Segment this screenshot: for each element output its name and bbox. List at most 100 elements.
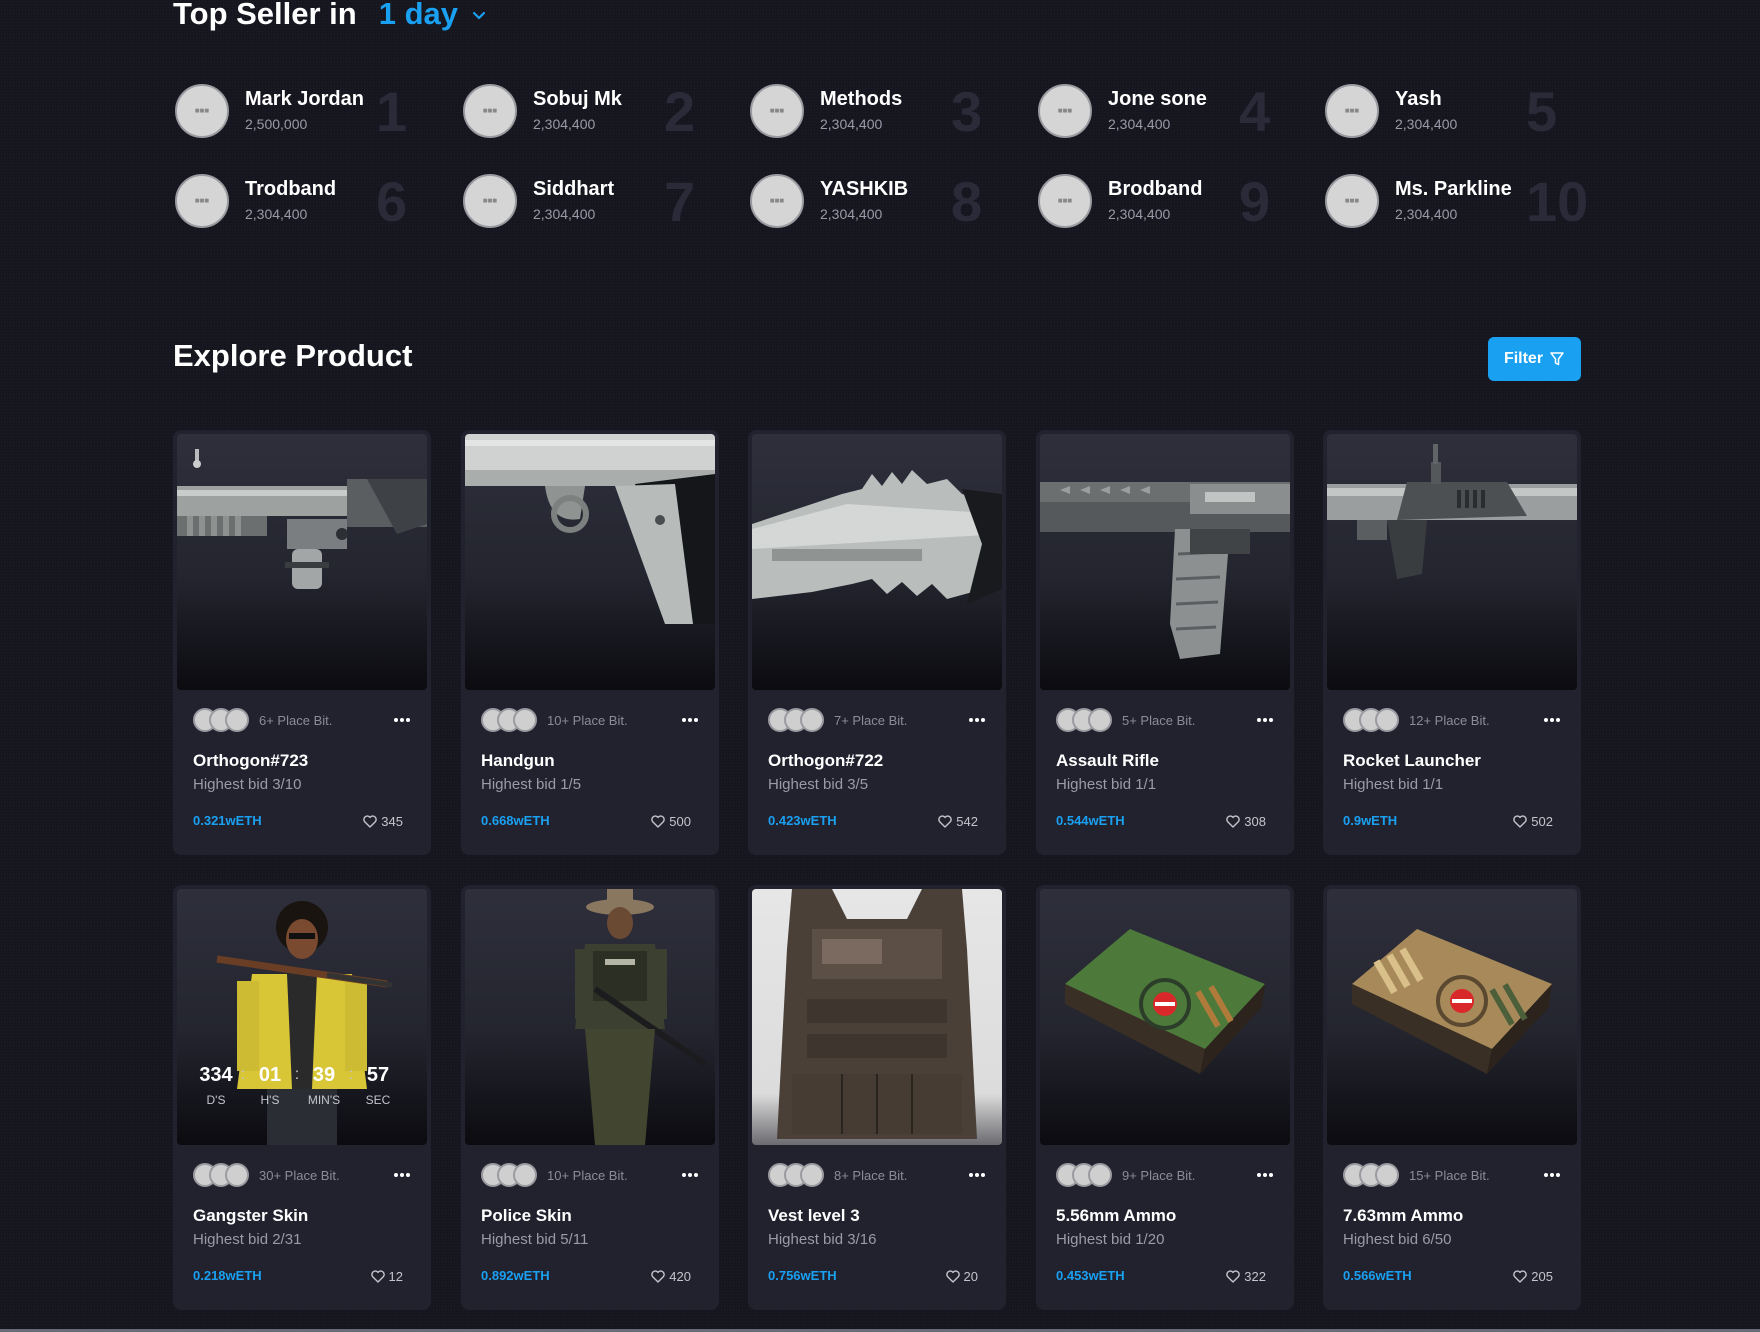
more-options-icon[interactable] xyxy=(393,1172,411,1178)
seller-item[interactable]: 8 ■■■ YASHKIB 2,304,400 xyxy=(748,170,1018,234)
product-title[interactable]: Gangster Skin xyxy=(193,1206,308,1226)
seller-name: Mark Jordan xyxy=(245,88,364,110)
product-card[interactable]: 6+ Place Bit. Orthogon#723 Highest bid 3… xyxy=(173,430,431,855)
product-card[interactable]: 7+ Place Bit. Orthogon#722 Highest bid 3… xyxy=(748,430,1006,855)
bid-place-count: 15+ Place Bit. xyxy=(1409,1167,1490,1183)
product-title[interactable]: Orthogon#723 xyxy=(193,751,308,771)
filter-icon xyxy=(1550,352,1564,366)
product-title[interactable]: Rocket Launcher xyxy=(1343,751,1481,771)
seller-item[interactable]: 1 ■■■ Mark Jordan 2,500,000 xyxy=(173,80,443,144)
seller-item[interactable]: 5 ■■■ Yash 2,304,400 xyxy=(1323,80,1593,144)
seller-amount: 2,304,400 xyxy=(1395,206,1458,222)
product-card[interactable]: 10+ Place Bit. Police Skin Highest bid 5… xyxy=(461,885,719,1310)
bidders: 5+ Place Bit. xyxy=(1056,708,1195,732)
product-image-vest[interactable] xyxy=(752,889,1002,1145)
seller-name: Sobuj Mk xyxy=(533,88,622,110)
seller-item[interactable]: 6 ■■■ Trodband 2,304,400 xyxy=(173,170,443,234)
product-price: 0.218wETH xyxy=(193,1268,262,1283)
product-title[interactable]: 5.56mm Ammo xyxy=(1056,1206,1176,1226)
more-options-icon[interactable] xyxy=(681,717,699,723)
avatar: ■■■ xyxy=(1325,84,1379,138)
product-card[interactable]: 334 D'S : 01 H'S : 39 MIN'S : 57 SEC 30+ Pla… xyxy=(173,885,431,1310)
bidders: 7+ Place Bit. xyxy=(768,708,907,732)
product-card[interactable]: 9+ Place Bit. 5.56mm Ammo Highest bid 1/… xyxy=(1036,885,1294,1310)
product-image-ammo-box-tan[interactable] xyxy=(1327,889,1577,1145)
seller-amount: 2,304,400 xyxy=(820,116,883,132)
bid-place-count: 9+ Place Bit. xyxy=(1122,1167,1196,1183)
product-card[interactable]: 12+ Place Bit. Rocket Launcher Highest b… xyxy=(1323,430,1581,855)
product-image-rocket-launcher[interactable] xyxy=(1327,434,1577,690)
product-title[interactable]: Vest level 3 xyxy=(768,1206,860,1226)
product-card[interactable]: 10+ Place Bit. Handgun Highest bid 1/5 0… xyxy=(461,430,719,855)
seller-rank: 10 xyxy=(1526,170,1589,233)
more-options-icon[interactable] xyxy=(968,1172,986,1178)
seller-item[interactable]: 7 ■■■ Siddhart 2,304,400 xyxy=(461,170,731,234)
filter-button[interactable]: Filter xyxy=(1488,337,1581,381)
seller-item[interactable]: 3 ■■■ Methods 2,304,400 xyxy=(748,80,1018,144)
product-image-police-skin[interactable] xyxy=(465,889,715,1145)
seller-amount: 2,304,400 xyxy=(820,206,883,222)
seller-item[interactable]: 2 ■■■ Sobuj Mk 2,304,400 xyxy=(461,80,731,144)
like-button[interactable]: 322 xyxy=(1226,1269,1266,1284)
more-options-icon[interactable] xyxy=(1543,1172,1561,1178)
seller-item[interactable]: 9 ■■■ Brodband 2,304,400 xyxy=(1036,170,1306,234)
more-options-icon[interactable] xyxy=(968,717,986,723)
product-price: 0.453wETH xyxy=(1056,1268,1125,1283)
seller-name: YASHKIB xyxy=(820,178,909,200)
like-button[interactable]: 20 xyxy=(945,1269,978,1284)
seller-amount: 2,304,400 xyxy=(533,116,596,132)
product-card[interactable]: 15+ Place Bit. 7.63mm Ammo Highest bid 6… xyxy=(1323,885,1581,1310)
product-title[interactable]: Orthogon#722 xyxy=(768,751,883,771)
avatar: ■■■ xyxy=(1038,174,1092,228)
bid-place-count: 30+ Place Bit. xyxy=(259,1167,340,1183)
more-options-icon[interactable] xyxy=(681,1172,699,1178)
more-options-icon[interactable] xyxy=(393,717,411,723)
product-image-gangster-skin[interactable]: 334 D'S : 01 H'S : 39 MIN'S : 57 SEC xyxy=(177,889,427,1145)
highest-bid: Highest bid 2/31 xyxy=(193,1231,302,1248)
like-button[interactable]: 502 xyxy=(1513,814,1553,829)
product-image-assault-rifle[interactable] xyxy=(1040,434,1290,690)
product-card[interactable]: 5+ Place Bit. Assault Rifle Highest bid … xyxy=(1036,430,1294,855)
explore-title: Explore Product xyxy=(173,338,413,373)
filter-label: Filter xyxy=(1503,350,1544,367)
top-seller-title: Top Seller in xyxy=(173,0,357,31)
product-title[interactable]: Police Skin xyxy=(481,1206,572,1226)
bid-place-count: 10+ Place Bit. xyxy=(547,712,628,728)
seller-item[interactable]: 10 ■■■ Ms. Parkline 2,304,400 xyxy=(1323,170,1593,234)
product-image-ammo-box-green[interactable] xyxy=(1040,889,1290,1145)
product-price: 0.892wETH xyxy=(481,1268,550,1283)
like-button[interactable]: 542 xyxy=(938,814,978,829)
highest-bid: Highest bid 1/20 xyxy=(1056,1231,1165,1248)
product-card[interactable]: 8+ Place Bit. Vest level 3 Highest bid 3… xyxy=(748,885,1006,1310)
like-button[interactable]: 345 xyxy=(363,814,403,829)
product-title[interactable]: Handgun xyxy=(481,751,555,771)
product-image-handgun[interactable] xyxy=(465,434,715,690)
like-button[interactable]: 500 xyxy=(651,814,691,829)
countdown-hours: 01 xyxy=(258,1064,282,1086)
seller-item[interactable]: 4 ■■■ Jone sone 2,304,400 xyxy=(1036,80,1306,144)
product-title[interactable]: Assault Rifle xyxy=(1056,751,1159,771)
bidders: 6+ Place Bit. xyxy=(193,708,332,732)
period-dropdown[interactable]: 1 day xyxy=(379,0,458,32)
product-title[interactable]: 7.63mm Ammo xyxy=(1343,1206,1463,1226)
product-image-grenade-launcher[interactable] xyxy=(177,434,427,690)
more-options-icon[interactable] xyxy=(1543,717,1561,723)
seller-rank: 5 xyxy=(1526,80,1558,143)
like-button[interactable]: 308 xyxy=(1226,814,1266,829)
highest-bid: Highest bid 3/10 xyxy=(193,776,302,793)
bidders: 15+ Place Bit. xyxy=(1343,1163,1490,1187)
avatar: ■■■ xyxy=(175,84,229,138)
more-options-icon[interactable] xyxy=(1256,1172,1274,1178)
like-button[interactable]: 205 xyxy=(1513,1269,1553,1284)
avatar xyxy=(1375,1163,1399,1187)
like-button[interactable]: 12 xyxy=(370,1269,403,1284)
heart-icon xyxy=(1513,815,1528,828)
like-count: 205 xyxy=(1531,1269,1553,1284)
avatar: ■■■ xyxy=(1325,174,1379,228)
more-options-icon[interactable] xyxy=(1256,717,1274,723)
like-count: 345 xyxy=(381,814,403,829)
product-image-knife[interactable] xyxy=(752,434,1002,690)
bid-place-count: 7+ Place Bit. xyxy=(834,712,908,728)
like-button[interactable]: 420 xyxy=(651,1269,691,1284)
chevron-down-icon[interactable] xyxy=(470,7,488,25)
